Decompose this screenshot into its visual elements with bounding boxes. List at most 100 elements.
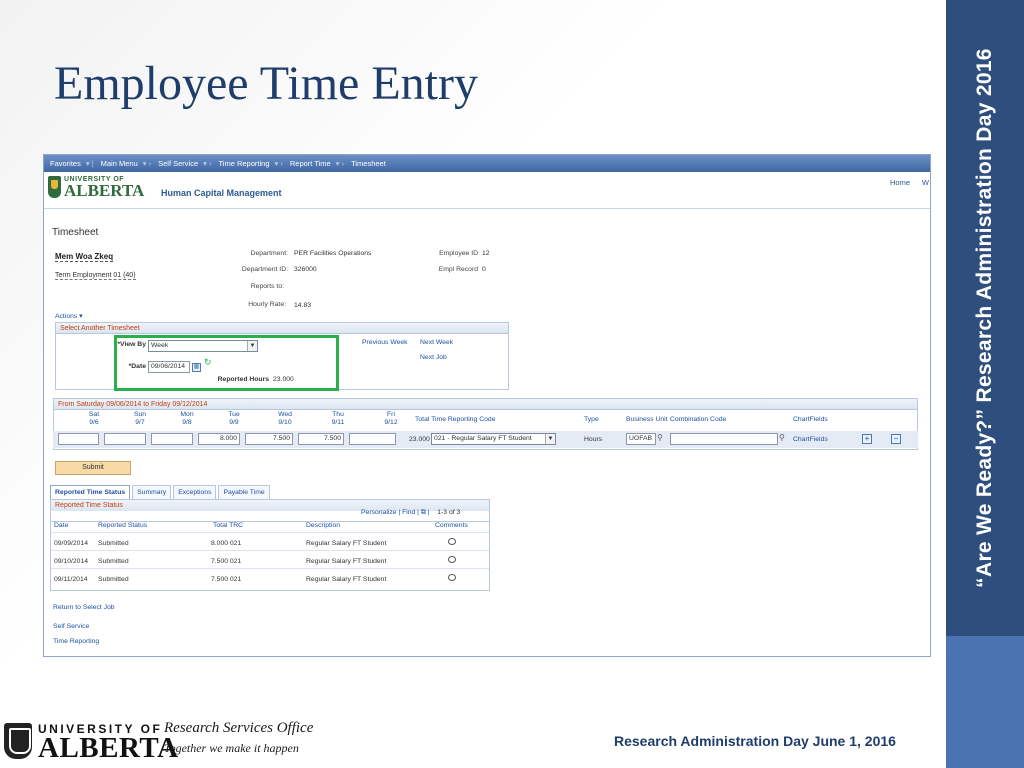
comment-icon[interactable] xyxy=(448,556,456,563)
next-job-link[interactable]: Next Job xyxy=(420,354,447,361)
employee-name[interactable]: Mem Woa Zkeq xyxy=(55,252,114,262)
comment-icon[interactable] xyxy=(448,574,456,581)
row-trc: 8.000 021 xyxy=(211,540,242,547)
day-header-mon: Mon 9/8 xyxy=(176,411,198,427)
highlight-box xyxy=(114,335,339,391)
nav-favorites[interactable]: Favorites xyxy=(50,159,81,168)
nav-chevron-icon: ▾ › xyxy=(274,159,283,168)
department-id-label: Department ID: xyxy=(241,266,288,273)
footer-university-logo: UNIVERSITY OF ALBERTA xyxy=(4,722,179,764)
nav-time-reporting[interactable]: Time Reporting xyxy=(219,159,270,168)
nav-chevron-icon: ▾ › xyxy=(335,159,345,168)
hours-input-sat[interactable] xyxy=(58,433,99,445)
empl-record-label: Empl Record xyxy=(438,266,478,273)
tab-exceptions[interactable]: Exceptions xyxy=(173,485,217,499)
row-status: Submitted xyxy=(98,576,129,583)
row-count: 1-3 of 3 xyxy=(437,509,461,516)
hourly-rate-value: 14.83 xyxy=(294,302,312,309)
add-row-icon[interactable]: + xyxy=(862,434,872,444)
home-link[interactable]: Home xyxy=(890,178,910,187)
row-status: Submitted xyxy=(98,540,129,547)
hours-input-thu[interactable]: 7.500 xyxy=(298,433,344,445)
divider xyxy=(51,550,489,551)
department-value: PER Facilities Operations xyxy=(294,250,372,257)
business-unit-input[interactable]: UOFAB xyxy=(626,433,656,445)
col-total-trc: Total TRC xyxy=(213,522,244,529)
find-link[interactable]: Find xyxy=(402,509,415,516)
search-icon[interactable]: ⚲ xyxy=(779,433,785,442)
total-header: Total xyxy=(415,416,430,423)
time-reporting-link[interactable]: Time Reporting xyxy=(53,638,99,645)
hours-input-wed[interactable]: 7.500 xyxy=(245,433,293,445)
hours-input-mon[interactable] xyxy=(151,433,193,445)
nav-chevron-icon: ▾ › xyxy=(203,159,212,168)
return-link[interactable]: Return to Select Job xyxy=(53,604,115,611)
tab-reported-time-status[interactable]: Reported Time Status xyxy=(50,485,131,499)
day-header-sun: Sun 9/7 xyxy=(130,411,150,427)
reported-time-status-panel: Reported Time Status Personalize | Find … xyxy=(50,499,490,591)
tab-bar: Reported Time Status Summary Exceptions … xyxy=(50,485,270,499)
day-date: 9/10 xyxy=(278,419,292,426)
nav-main-menu[interactable]: Main Menu xyxy=(101,159,138,168)
row-date: 09/10/2014 xyxy=(54,558,89,565)
delete-row-icon[interactable]: − xyxy=(891,434,901,444)
combination-code-input[interactable] xyxy=(670,433,778,445)
previous-week-link[interactable]: Previous Week xyxy=(362,339,408,346)
worklist-link[interactable]: W xyxy=(922,178,929,187)
slide-sidebar-accent xyxy=(946,636,1024,768)
department-label: Department: xyxy=(250,250,288,257)
trc-value: 021 - Regular Salary FT Student xyxy=(434,435,532,442)
tab-payable-time[interactable]: Payable Time xyxy=(218,485,270,499)
empl-record-value: 0 xyxy=(482,266,486,273)
nav-self-service[interactable]: Self Service xyxy=(158,159,198,168)
search-icon[interactable]: ⚲ xyxy=(657,433,663,442)
next-week-link[interactable]: Next Week xyxy=(420,339,453,346)
row-trc: 7.500 021 xyxy=(211,576,242,583)
hours-input-tue[interactable]: 8.000 xyxy=(198,433,240,445)
day-header-sat: Sat 9/6 xyxy=(84,411,104,427)
personalize-link[interactable]: Personalize xyxy=(361,509,397,516)
employee-id-value: 12 xyxy=(482,250,490,257)
office-tagline: Together we make it happen xyxy=(164,741,299,755)
comment-icon[interactable] xyxy=(448,538,456,545)
self-service-link[interactable]: Self Service xyxy=(53,623,89,630)
chartfields-link[interactable]: ChartFields xyxy=(793,436,828,443)
day-name: Sun xyxy=(133,411,147,418)
nav-report-time[interactable]: Report Time xyxy=(290,159,331,168)
footer-logo-bottom: ALBERTA xyxy=(38,732,179,764)
business-unit-header: Business Unit xyxy=(626,416,668,423)
divider xyxy=(51,532,489,533)
nav-timesheet[interactable]: Timesheet xyxy=(351,159,386,168)
col-description: Description xyxy=(306,522,340,529)
day-date: 9/12 xyxy=(384,419,398,426)
day-name: Sat xyxy=(88,411,100,418)
day-name: Thu xyxy=(332,411,344,418)
footer-office: Research Services Office Together we mak… xyxy=(164,720,313,756)
trc-header: Time Reporting Code xyxy=(431,416,496,423)
trc-select[interactable]: 021 - Regular Salary FT Student ▼ xyxy=(431,433,556,445)
row-date: 09/11/2014 xyxy=(54,576,88,583)
sidebar-caption: “Are We Ready?” Research Administration … xyxy=(973,48,996,588)
day-date: 9/11 xyxy=(331,419,345,426)
day-header-wed: Wed 9/10 xyxy=(274,411,296,427)
employee-id-label: Employee ID xyxy=(439,250,478,257)
total-hours-value: 23.000 xyxy=(409,436,430,443)
week-grid-header: From Saturday 09/06/2014 to Friday 09/12… xyxy=(54,399,917,410)
nav-chevron-icon: ▾ › xyxy=(142,159,152,168)
timesheet-screenshot: Favorites ▾ | Main Menu ▾ › Self Service ▾ … xyxy=(43,154,931,657)
col-reported-status: Reported Status xyxy=(98,522,148,529)
hours-input-sun[interactable] xyxy=(104,433,146,445)
hourly-rate-label: Hourly Rate: xyxy=(248,301,286,308)
combination-code-header: Combination Code xyxy=(670,416,727,423)
crest-icon xyxy=(4,723,32,759)
tab-summary[interactable]: Summary xyxy=(132,485,172,499)
employee-job[interactable]: Term Employment 01 (40) xyxy=(55,272,136,280)
hours-input-fri[interactable] xyxy=(349,433,396,445)
col-comments: Comments xyxy=(435,522,468,529)
department-id-value: 326000 xyxy=(294,266,317,273)
submit-button[interactable]: Submit xyxy=(55,461,131,475)
day-header-tue: Tue 9/9 xyxy=(224,411,244,427)
view-all-icon[interactable]: ⧉ xyxy=(421,509,426,516)
logo-text-bottom: ALBERTA xyxy=(64,181,145,200)
actions-menu[interactable]: Actions ▾ xyxy=(55,312,83,320)
